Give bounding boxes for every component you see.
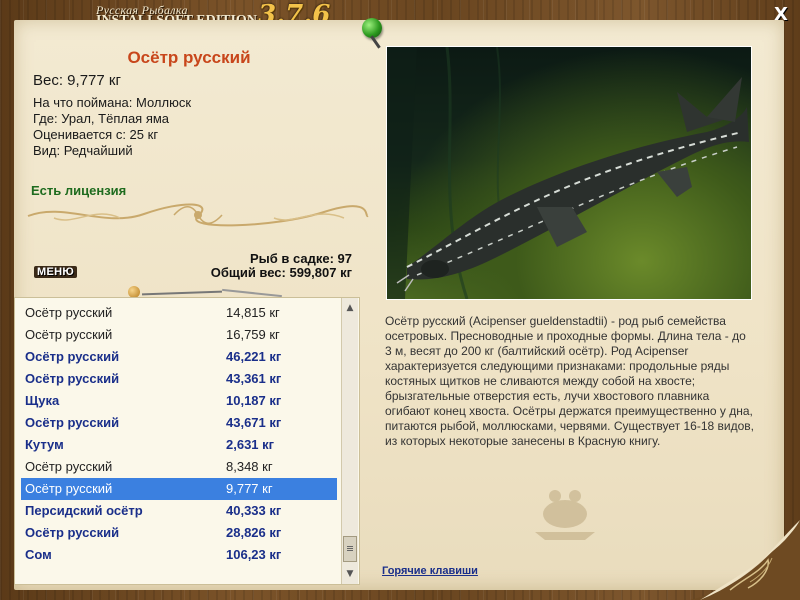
fish-weight-cell: 46,221 кг [226,349,282,364]
fish-info: На что поймана: Моллюск Где: Урал, Тёпла… [33,95,191,159]
fish-weight-cell: 16,759 кг [226,327,280,342]
list-item[interactable]: Осётр русский 43,671 кг [21,412,337,434]
fish-name-cell: Осётр русский [25,415,120,430]
fish-weight-cell: 43,671 кг [226,415,282,430]
page-curl [690,520,800,600]
list-item[interactable]: Осётр русский 9,777 кг [21,478,337,500]
catch-list[interactable]: Осётр русский 14,815 кг Осётр русский 16,75… [14,297,360,585]
scroll-thumb[interactable] [343,536,357,562]
logo-watermark [535,490,595,540]
valued-from: Оценивается с: 25 кг [33,127,159,142]
fish-weight-cell: 40,333 кг [226,503,282,518]
list-item[interactable]: Осётр русский 16,759 кг [21,324,337,346]
fish-weight: Вес: 9,777 кг [33,72,121,89]
list-item[interactable]: Осётр русский 43,361 кг [21,368,337,390]
list-item[interactable]: Осётр русский 46,221 кг [21,346,337,368]
arrow-up-icon[interactable]: ▲ [342,300,358,316]
fish-photo [386,46,752,300]
list-item[interactable]: Кутум 2,631 кг [21,434,337,456]
keepnet-stats: Рыб в садке: 97 Общий вес: 599,807 кг [170,252,352,280]
list-item[interactable]: Персидский осётр 40,333 кг [21,500,337,522]
scrollbar[interactable]: ▲ ▼ [341,298,358,584]
caught-on: На что поймана: Моллюск [33,95,192,110]
rarity: Вид: Редчайший [33,143,133,158]
license-status: Есть лицензия [31,183,127,198]
fish-name-cell: Осётр русский [25,481,113,496]
fish-weight-cell: 43,361 кг [226,371,282,386]
fish-weight-cell: 28,826 кг [226,525,282,540]
fish-name-cell: Осётр русский [25,371,120,386]
fish-name-cell: Кутум [25,437,64,452]
menu-button[interactable]: МЕНЮ [34,266,77,278]
fish-weight-cell: 10,187 кг [226,393,282,408]
hotkeys-link[interactable]: Горячие клавиши [382,565,478,577]
list-item[interactable]: Осётр русский 8,348 кг [21,456,337,478]
fish-weight-cell: 2,631 кг [226,437,275,452]
fish-name: Осётр русский [127,48,251,67]
fish-name-cell: Осётр русский [25,305,113,320]
flourish-divider [27,203,369,227]
fish-count: Рыб в садке: 97 [249,251,352,266]
fish-description: Осётр русский (Acipenser gueldenstadtii)… [385,314,754,448]
list-item[interactable]: Осётр русский 28,826 кг [21,522,337,544]
sturgeon-image [387,47,749,299]
fish-name-cell: Осётр русский [25,349,120,364]
fish-name-cell: Щука [25,393,60,408]
location: Где: Урал, Тёплая яма [33,111,170,126]
catch-list-items: Осётр русский 14,815 кг Осётр русский 16,75… [15,298,339,584]
list-item[interactable]: Щука 10,187 кг [21,390,337,412]
pin-icon [362,18,382,38]
fish-weight-cell: 14,815 кг [226,305,280,320]
fish-name-cell: Сом [25,547,52,562]
fish-weight-cell: 8,348 кг [226,459,273,474]
fish-name-cell: Персидский осётр [25,503,143,518]
fish-weight-cell: 106,23 кг [226,547,282,562]
list-item[interactable]: Сом 106,23 кг [21,544,337,566]
fish-name-cell: Осётр русский [25,525,120,540]
fish-weight-cell: 9,777 кг [226,481,273,496]
arrow-down-icon[interactable]: ▼ [342,566,358,582]
fish-name-cell: Осётр русский [25,459,113,474]
total-weight: Общий вес: 599,807 кг [210,265,352,280]
fish-name-cell: Осётр русский [25,327,113,342]
list-item[interactable]: Осётр русский 14,815 кг [21,302,337,324]
